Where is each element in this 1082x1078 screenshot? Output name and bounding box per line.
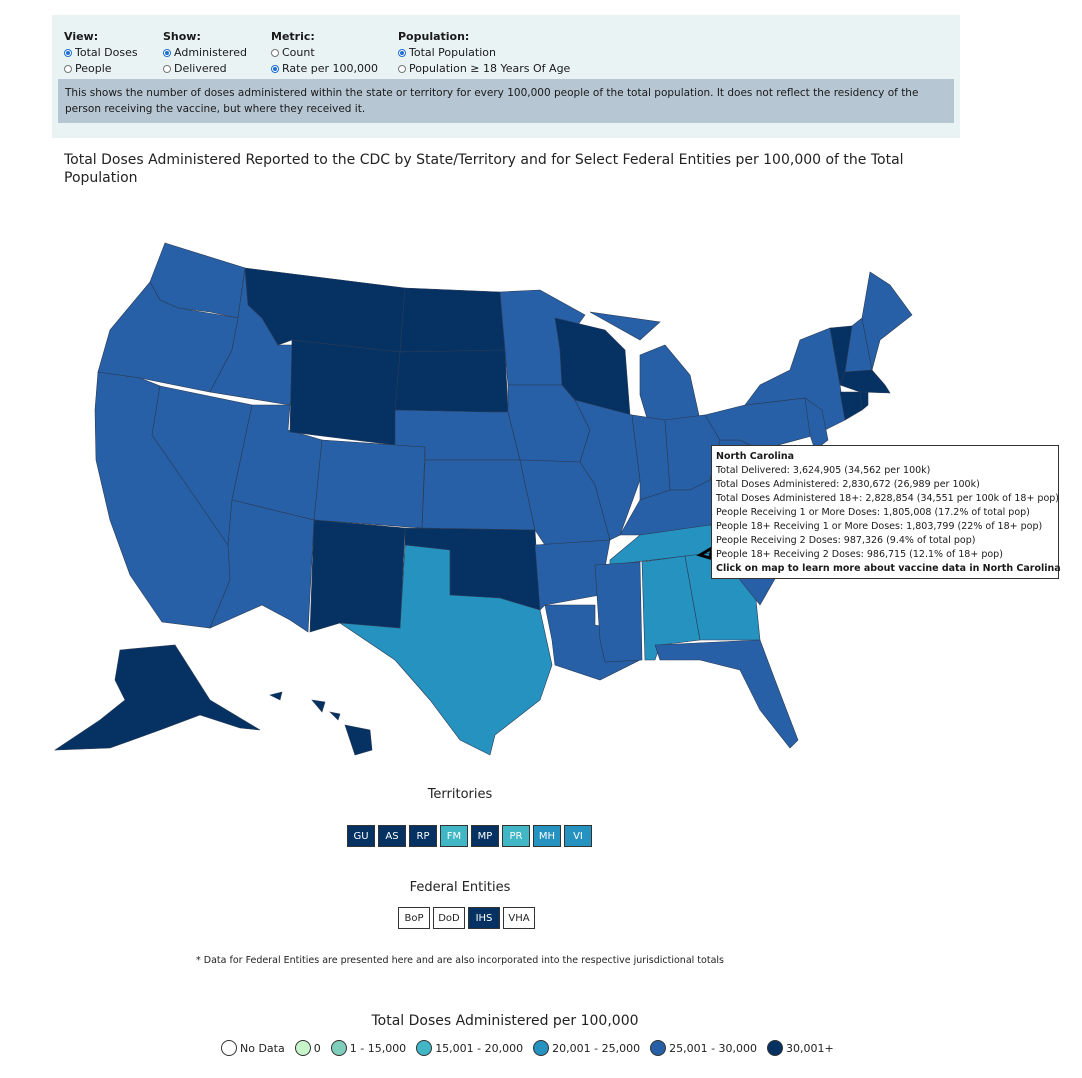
- population-header: Population:: [398, 30, 470, 43]
- federal-entities-label: Federal Entities: [409, 880, 511, 895]
- radio-label: Delivered: [174, 62, 227, 75]
- metric-group: Metric: Count Rate per 100,000: [271, 29, 378, 77]
- state-ms[interactable]: [594, 561, 643, 663]
- radio-empty-icon: [271, 49, 279, 57]
- legend-swatch-icon: [294, 1040, 311, 1056]
- tooltip-line: People 18+ Receiving 1 or More Doses: 1,…: [716, 521, 1043, 532]
- metric-rate-radio[interactable]: Rate per 100,000: [271, 61, 378, 77]
- legend-swatch-icon: [221, 1040, 237, 1056]
- legend-label: 30,001+: [786, 1041, 834, 1055]
- radio-empty-icon: [163, 65, 171, 73]
- metric-description: This shows the number of doses administe…: [58, 79, 954, 123]
- radio-label: Total Doses: [75, 46, 138, 59]
- territory-gu-button[interactable]: GU: [347, 825, 375, 847]
- radio-empty-icon: [398, 65, 406, 73]
- legend: No Data 0 1 - 15,000 15,001 - 20,000 20,001 …: [221, 1040, 844, 1056]
- state-sd[interactable]: [394, 349, 509, 413]
- state-nd[interactable]: [399, 287, 506, 353]
- radio-selected-icon: [271, 65, 279, 73]
- population-group: Population: Total Population Population …: [398, 29, 570, 77]
- federal-bop-button[interactable]: BoP: [398, 907, 430, 929]
- legend-item[interactable]: 1 - 15,000: [330, 1040, 407, 1056]
- tooltip-cta: Click on map to learn more about vaccine…: [716, 563, 1061, 574]
- state-ak[interactable]: [53, 644, 261, 751]
- state-ks[interactable]: [421, 459, 536, 531]
- legend-label: 0: [313, 1041, 321, 1055]
- federal-dod-button[interactable]: DoD: [433, 907, 465, 929]
- legend-item[interactable]: 20,001 - 25,000: [533, 1040, 640, 1056]
- radio-selected-icon: [398, 49, 406, 57]
- state-nm[interactable]: [309, 519, 406, 633]
- radio-label: Count: [282, 46, 315, 59]
- legend-swatch-icon: [330, 1040, 347, 1056]
- territories-label: Territories: [427, 787, 493, 802]
- radio-label: People: [75, 62, 112, 75]
- radio-label: Administered: [174, 46, 247, 59]
- territories-buttons: GU AS RP FM MP PR MH VI: [347, 825, 592, 847]
- show-group: Show: Administered Delivered: [163, 29, 247, 77]
- legend-label: 20,001 - 25,000: [552, 1041, 641, 1055]
- tooltip-line: People 18+ Receiving 2 Doses: 986,715 (1…: [716, 549, 1003, 560]
- legend-swatch-icon: [767, 1040, 784, 1056]
- territory-as-button[interactable]: AS: [378, 825, 406, 847]
- radio-selected-icon: [64, 49, 72, 57]
- radio-empty-icon: [64, 65, 72, 73]
- legend-item[interactable]: No Data: [221, 1040, 285, 1056]
- territory-mp-button[interactable]: MP: [471, 825, 499, 847]
- metric-header: Metric:: [271, 30, 315, 43]
- radio-label: Population ≥ 18 Years Of Age: [409, 62, 571, 75]
- view-people-radio[interactable]: People: [64, 61, 138, 77]
- territory-vi-button[interactable]: VI: [564, 825, 592, 847]
- radio-selected-icon: [163, 49, 171, 57]
- view-total-doses-radio[interactable]: Total Doses: [64, 45, 138, 61]
- legend-swatch-icon: [416, 1040, 433, 1056]
- territory-pr-button[interactable]: PR: [502, 825, 530, 847]
- tooltip-line: People Receiving 1 or More Doses: 1,805,…: [716, 507, 1030, 518]
- state-wy[interactable]: [289, 339, 401, 446]
- tooltip-state-name: North Carolina: [716, 451, 795, 462]
- legend-title: Total Doses Administered per 100,000: [371, 1013, 639, 1029]
- federal-ihs-button[interactable]: IHS: [468, 907, 500, 929]
- state-co[interactable]: [313, 439, 426, 529]
- federal-entities-buttons: BoP DoD IHS VHA: [398, 907, 535, 929]
- tooltip-line: Total Delivered: 3,624,905 (34,562 per 1…: [716, 465, 931, 476]
- radio-label: Total Population: [409, 46, 496, 59]
- show-administered-radio[interactable]: Administered: [163, 45, 247, 61]
- map-title: Total Doses Administered Reported to the…: [64, 152, 904, 186]
- state-ma[interactable]: [839, 369, 891, 394]
- legend-label: 15,001 - 20,000: [435, 1041, 524, 1055]
- tooltip-line: Total Doses Administered: 2,830,672 (26,…: [716, 479, 980, 490]
- legend-item[interactable]: 30,001+: [767, 1040, 834, 1056]
- legend-item[interactable]: 0: [294, 1040, 321, 1056]
- legend-label: No Data: [240, 1041, 285, 1055]
- controls-panel: View: Total Doses People Show: Administe…: [52, 15, 960, 138]
- legend-swatch-icon: [533, 1040, 550, 1056]
- state-me[interactable]: [861, 271, 913, 371]
- legend-item[interactable]: 15,001 - 20,000: [416, 1040, 523, 1056]
- show-header: Show:: [163, 30, 201, 43]
- tooltip-line: People Receiving 2 Doses: 987,326 (9.4% …: [716, 535, 976, 546]
- territory-rp-button[interactable]: RP: [409, 825, 437, 847]
- radio-label: Rate per 100,000: [282, 62, 378, 75]
- show-delivered-radio[interactable]: Delivered: [163, 61, 247, 77]
- tooltip-line: Total Doses Administered 18+: 2,828,854 …: [716, 493, 1060, 504]
- population-total-radio[interactable]: Total Population: [398, 45, 570, 61]
- territory-fm-button[interactable]: FM: [440, 825, 468, 847]
- territory-mh-button[interactable]: MH: [533, 825, 561, 847]
- federal-vha-button[interactable]: VHA: [503, 907, 535, 929]
- legend-swatch-icon: [650, 1040, 667, 1056]
- state-hi[interactable]: [269, 691, 373, 756]
- metric-count-radio[interactable]: Count: [271, 45, 378, 61]
- legend-label: 25,001 - 30,000: [669, 1041, 758, 1055]
- state-fl[interactable]: [654, 639, 799, 749]
- legend-label: 1 - 15,000: [349, 1041, 407, 1055]
- federal-footnote: * Data for Federal Entities are presente…: [196, 955, 724, 966]
- legend-item[interactable]: 25,001 - 30,000: [650, 1040, 757, 1056]
- view-header: View:: [64, 30, 99, 43]
- state-in[interactable]: [631, 414, 671, 501]
- state-tooltip: North Carolina Total Delivered: 3,624,90…: [711, 445, 1061, 579]
- population-18plus-radio[interactable]: Population ≥ 18 Years Of Age: [398, 61, 570, 77]
- view-group: View: Total Doses People: [64, 29, 138, 77]
